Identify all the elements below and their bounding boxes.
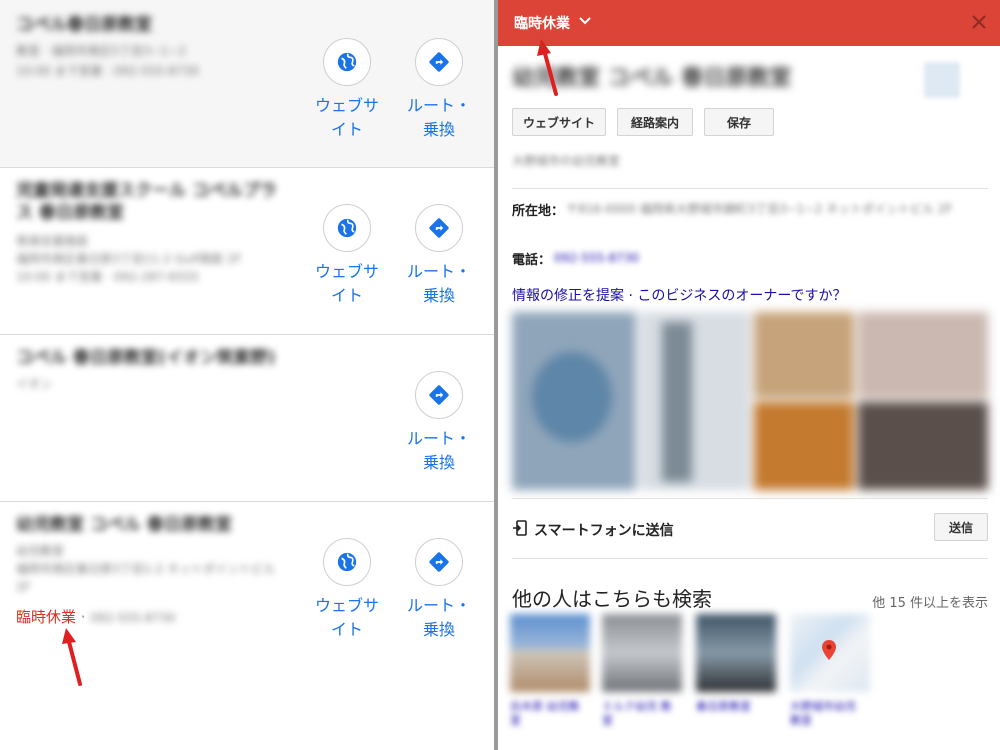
status-separator: · bbox=[80, 608, 86, 626]
route-button[interactable]: ルート・ 乗換 bbox=[394, 538, 484, 642]
annotation-arrow-icon bbox=[537, 39, 558, 96]
website-label: イト bbox=[330, 120, 363, 139]
globe-icon bbox=[323, 204, 371, 252]
result-detail: 10:00 まで営業 · 092-555-8730 bbox=[16, 64, 199, 78]
photo-detail bbox=[532, 352, 612, 442]
divider bbox=[512, 188, 988, 189]
result-detail: 教室 · 福岡市南区5丁目3−1−2 bbox=[16, 44, 187, 58]
website-button[interactable]: ウェブサイト bbox=[302, 204, 392, 308]
photo[interactable] bbox=[858, 402, 988, 490]
result-item[interactable]: 児童発達支援スクール コペルプラス 春日原教室 発達支援施設 福岡市南区春日原3… bbox=[0, 168, 494, 335]
result-detail: イオン bbox=[16, 377, 53, 391]
directions-icon bbox=[415, 38, 463, 86]
divider bbox=[512, 498, 988, 499]
close-icon[interactable] bbox=[970, 13, 988, 31]
website-label: イト bbox=[330, 286, 363, 305]
show-more-link[interactable]: 他 15 件以上を表示 bbox=[872, 592, 988, 611]
website-label: ウェブサ bbox=[314, 596, 379, 615]
result-item[interactable]: コペル春日原教室 教室 · 福岡市南区5丁目3−1−2 10:00 まで営業 ·… bbox=[0, 0, 494, 168]
result-title[interactable]: 児童発達支援スクール コペルプラス 春日原教室 bbox=[16, 180, 286, 224]
photo-detail bbox=[662, 322, 692, 482]
related-place[interactable]: 大野城市幼児 教室 bbox=[790, 614, 870, 727]
photo[interactable] bbox=[754, 312, 854, 398]
address-label: 所在地： bbox=[512, 204, 565, 219]
route-button[interactable]: ルート・ 乗換 bbox=[394, 204, 484, 308]
result-title[interactable]: 幼児教室 コペル 春日原教室 bbox=[16, 514, 232, 536]
send-to-phone-label: スマートフォンに送信 bbox=[534, 523, 674, 539]
route-label: 乗換 bbox=[422, 620, 455, 639]
save-button[interactable]: 保存 bbox=[704, 108, 774, 136]
phone-value[interactable]: 092-555-8730 bbox=[554, 249, 639, 267]
website-label: ウェブサ bbox=[314, 262, 379, 281]
website-button[interactable]: ウェブサイト bbox=[302, 38, 392, 142]
route-label: 乗換 bbox=[422, 286, 455, 305]
related-place[interactable]: 春日原教室 bbox=[696, 614, 776, 724]
photo[interactable] bbox=[754, 402, 854, 490]
send-to-phone-icon bbox=[513, 520, 527, 536]
related-place-caption: 白木原 幼児教室 bbox=[510, 700, 580, 727]
website-button[interactable]: ウェブサイト bbox=[302, 538, 392, 642]
result-detail: 発達支援施設 bbox=[16, 234, 89, 248]
related-place-image bbox=[696, 614, 776, 692]
route-label: ルート・ bbox=[406, 96, 471, 115]
website-button[interactable]: ウェブサイト bbox=[512, 108, 606, 136]
status-bar: 臨時休業 bbox=[498, 0, 1000, 46]
related-place-image bbox=[602, 614, 682, 692]
result-phone: 092-555-8730 bbox=[90, 611, 176, 625]
route-button[interactable]: ルート・ 乗換 bbox=[394, 371, 484, 475]
globe-icon bbox=[323, 38, 371, 86]
result-detail: 福岡市南区春日原3丁目1-2 ネットポイントビル bbox=[16, 562, 276, 576]
related-place[interactable]: 白木原 幼児教室 bbox=[510, 614, 590, 727]
annotation-arrow-icon bbox=[62, 628, 82, 686]
result-status: 臨時休業 · 092-555-8730 bbox=[16, 607, 175, 628]
map-pin-icon bbox=[822, 640, 836, 660]
result-detail: 幼児教室 bbox=[16, 544, 65, 558]
photo-gallery[interactable] bbox=[512, 312, 988, 490]
route-button[interactable]: ルート・ 乗換 bbox=[394, 38, 484, 142]
result-title[interactable]: コペル春日原教室 bbox=[16, 14, 152, 36]
route-label: ルート・ bbox=[406, 429, 471, 448]
photo[interactable] bbox=[858, 312, 988, 398]
business-thumbnail[interactable] bbox=[924, 62, 960, 98]
website-label: イト bbox=[330, 620, 363, 639]
results-list: コペル春日原教室 教室 · 福岡市南区5丁目3−1−2 10:00 まで営業 ·… bbox=[0, 0, 494, 750]
directions-button[interactable]: 経路案内 bbox=[617, 108, 693, 136]
route-label: ルート・ bbox=[406, 596, 471, 615]
status-menu-label[interactable]: 臨時休業 bbox=[514, 13, 570, 33]
photo[interactable] bbox=[640, 312, 750, 490]
directions-icon bbox=[415, 538, 463, 586]
result-detail: 2F bbox=[16, 580, 31, 594]
related-place-caption: 春日原教室 bbox=[696, 700, 751, 713]
related-place-image bbox=[510, 614, 590, 692]
people-also-search-title: 他の人はこちらも検索 bbox=[512, 587, 712, 611]
related-place-caption: ミルク幼児 教室 bbox=[602, 700, 672, 727]
website-label: ウェブサ bbox=[314, 96, 379, 115]
send-button[interactable]: 送信 bbox=[934, 513, 988, 541]
route-label: 乗換 bbox=[422, 453, 455, 472]
related-place[interactable]: ミルク幼児 教室 bbox=[602, 614, 682, 727]
directions-icon bbox=[415, 204, 463, 252]
divider bbox=[512, 558, 988, 559]
chevron-down-icon[interactable] bbox=[578, 14, 592, 28]
address-value: 〒816-0000 福岡県大野城市錦町3丁目3−1−2 ネットポイントビル 2F bbox=[566, 202, 953, 216]
globe-icon bbox=[323, 538, 371, 586]
knowledge-panel: 臨時休業 幼児教室 コペル 春日原教室 ウェブサイト 経路案内 保存 大野城市の… bbox=[498, 0, 1000, 750]
route-label: ルート・ bbox=[406, 262, 471, 281]
directions-icon bbox=[415, 371, 463, 419]
temporarily-closed-label: 臨時休業 bbox=[16, 608, 77, 626]
edit-links[interactable]: 情報の修正を提案 · このビジネスのオーナーですか？ bbox=[512, 285, 847, 305]
result-item[interactable]: コペル 春日原教室(イオン筑紫野) イオン ルート・乗換 bbox=[0, 335, 494, 502]
result-detail: 福岡市南区春日原3丁目11-2 Gulf南館 2F bbox=[16, 252, 242, 266]
result-title[interactable]: コペル 春日原教室(イオン筑紫野) bbox=[16, 347, 275, 369]
related-place-caption: 大野城市幼児 教室 bbox=[790, 700, 856, 727]
screenshot: コペル春日原教室 教室 · 福岡市南区5丁目3−1−2 10:00 まで営業 ·… bbox=[0, 0, 1000, 750]
result-detail: 10:00 まで営業 · 092-287-6555 bbox=[16, 270, 199, 284]
business-category: 大野城市の幼児教室 bbox=[512, 154, 621, 168]
phone-label: 電話： bbox=[512, 253, 552, 268]
route-label: 乗換 bbox=[422, 120, 455, 139]
